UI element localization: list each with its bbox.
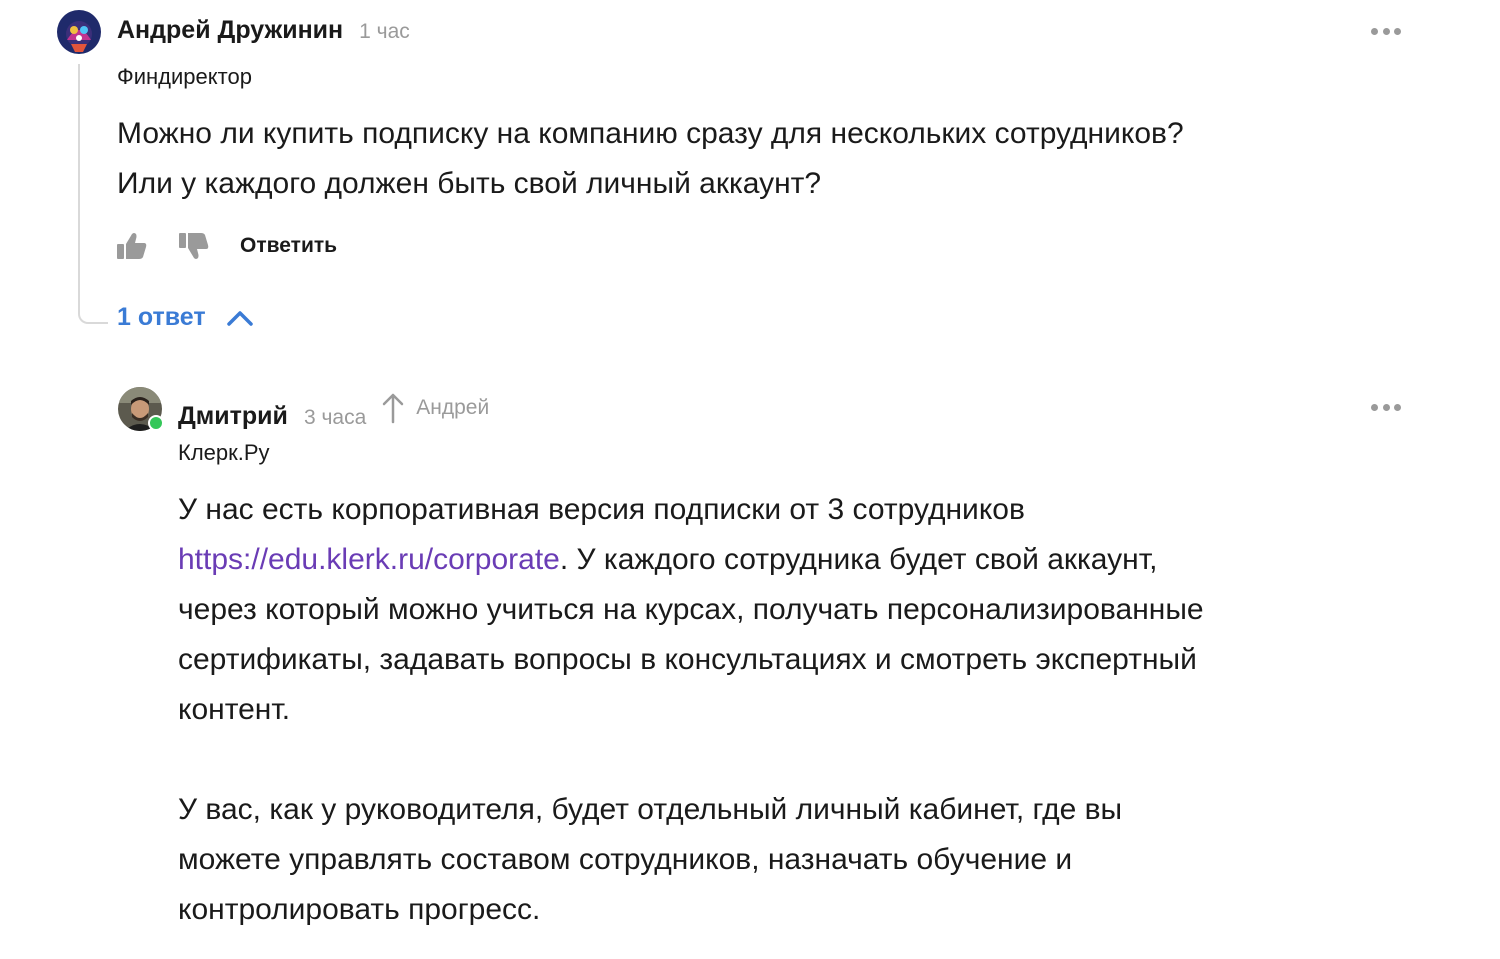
reply-button[interactable]: Ответить — [240, 234, 337, 258]
thumbs-up-icon[interactable] — [116, 230, 148, 262]
more-dots-icon[interactable] — [1371, 25, 1401, 37]
answers-toggle[interactable]: 1 ответ — [117, 303, 254, 332]
reply-text: У нас есть корпоративная версия подписки… — [178, 485, 1204, 935]
comment-text-line: Или у каждого должен быть свой личный ак… — [117, 167, 822, 200]
online-status-dot — [148, 415, 164, 431]
reply-text-line: сертификаты, задавать вопросы в консульт… — [178, 643, 1197, 676]
comment-text-line: Можно ли купить подписку на компанию сра… — [117, 117, 1184, 150]
avatar[interactable] — [118, 387, 164, 431]
reply-text-line: контент. — [178, 693, 291, 726]
reply-header: Дмитрий 3 часа Андрей — [178, 392, 489, 431]
reply-to-name: Андрей — [416, 396, 490, 419]
comment-text: Можно ли купить подписку на компанию сра… — [117, 109, 1184, 209]
thread-line — [78, 64, 108, 324]
reply-text-line: можете управлять составом сотрудников, н… — [178, 843, 1073, 876]
reply-text-line: через который можно учиться на курсах, п… — [178, 593, 1204, 626]
arrow-up-icon — [383, 393, 404, 424]
reply-to[interactable]: Андрей — [380, 392, 489, 424]
reply-text-line: У вас, как у руководителя, будет отдельн… — [178, 793, 1123, 826]
more-dots-icon[interactable] — [1371, 401, 1401, 413]
avatar-image — [57, 10, 101, 54]
comment-actions: Ответить — [116, 230, 337, 262]
comment-header: Андрей Дружинин 1 час — [117, 16, 410, 45]
reply-text-line: контролировать прогресс. — [178, 893, 541, 926]
answers-count: 1 ответ — [117, 303, 206, 331]
avatar[interactable] — [57, 10, 101, 54]
comment-time: 1 час — [359, 20, 410, 43]
author-role: Клерк.Ру — [178, 440, 270, 465]
comment-time: 3 часа — [303, 406, 367, 429]
reply-text-fragment: . У каждого сотрудника будет свой аккаун… — [559, 543, 1158, 576]
corporate-link[interactable]: https://edu.klerk.ru/corporate — [178, 543, 560, 576]
reply-text-line: https://edu.klerk.ru/corporate. У каждог… — [178, 535, 1204, 585]
author-role: Финдиректор — [117, 64, 252, 89]
author-name[interactable]: Дмитрий — [178, 402, 288, 431]
reply-text-line: У нас есть корпоративная версия подписки… — [178, 493, 1025, 526]
author-name[interactable]: Андрей Дружинин — [117, 16, 343, 45]
thumbs-down-icon[interactable] — [178, 230, 210, 262]
chevron-up-icon — [226, 310, 253, 326]
